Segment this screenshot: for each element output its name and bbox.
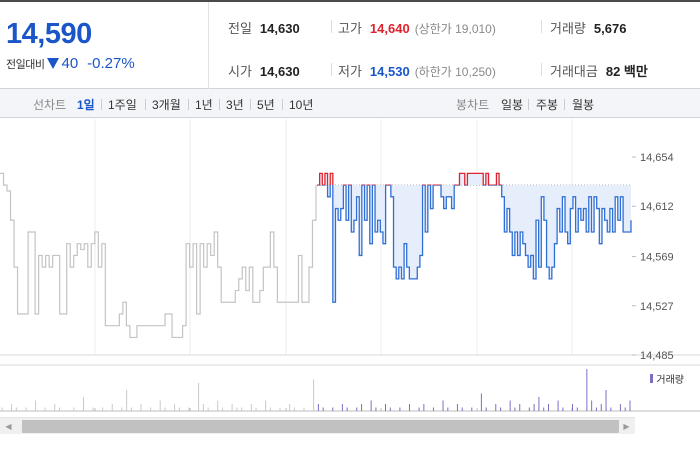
- period-1year[interactable]: 1년: [195, 96, 213, 113]
- change-value: 40: [61, 55, 79, 72]
- open-price: 시가 14,630: [228, 61, 300, 80]
- period-1day[interactable]: 1일: [77, 96, 95, 113]
- quote-summary: 14,590 전일대비 40 -0.27% 전일 14,630 고가 14,64…: [0, 0, 700, 89]
- divider: [101, 99, 102, 110]
- divider: [331, 20, 332, 33]
- period-1week[interactable]: 1주일: [108, 96, 137, 113]
- day-high: 고가 14,640 (상한가 19,010): [338, 18, 496, 37]
- chart-scrollbar[interactable]: ◀ ▶: [0, 417, 635, 434]
- divider: [250, 99, 251, 110]
- scrollbar-thumb[interactable]: [22, 420, 619, 433]
- candle-daily[interactable]: 일봉: [501, 96, 523, 113]
- divider: [331, 63, 332, 76]
- period-10year[interactable]: 10년: [289, 96, 313, 113]
- change-label: 전일대비: [6, 58, 45, 71]
- open-label: 시가: [228, 64, 252, 79]
- open-value: 14,630: [259, 64, 300, 79]
- previous-day-line: [0, 172, 317, 339]
- prev-close: 전일 14,630: [228, 18, 300, 37]
- volume-legend-label: 거래량: [656, 375, 684, 386]
- candle-monthly[interactable]: 월봉: [572, 96, 594, 113]
- divider: [541, 63, 542, 76]
- scroll-right-arrow-icon[interactable]: ▶: [618, 418, 635, 434]
- period-3month[interactable]: 3개월: [152, 96, 181, 113]
- price-chart[interactable]: 14,654 14,612 14,569 14,527 14,485 거래량: [0, 119, 700, 417]
- volume-legend-swatch: [650, 374, 654, 383]
- period-3year[interactable]: 3년: [226, 96, 244, 113]
- divider: [541, 20, 542, 33]
- day-high-value: 14,640: [369, 21, 410, 36]
- y-tick-label: 14,654: [640, 152, 674, 164]
- y-tick-label: 14,527: [640, 301, 674, 313]
- amount-label: 거래대금: [550, 64, 598, 79]
- volume-value: 5,676: [593, 21, 627, 36]
- period-5year[interactable]: 5년: [257, 96, 275, 113]
- day-low-value: 14,530: [369, 64, 410, 79]
- change-row: 전일대비 40 -0.27%: [6, 55, 135, 72]
- down-triangle-icon: [47, 58, 60, 69]
- change-rate: -0.27%: [87, 55, 135, 72]
- candle-weekly[interactable]: 주봉: [536, 96, 558, 113]
- prev-close-label: 전일: [228, 21, 252, 36]
- divider: [282, 99, 283, 110]
- trade-amount: 거래대금 82 백만: [550, 61, 648, 80]
- volume: 거래량 5,676: [550, 18, 626, 37]
- y-tick-label: 14,485: [640, 350, 674, 362]
- day-low-label: 저가: [338, 64, 362, 79]
- y-tick-label: 14,569: [640, 252, 674, 264]
- y-tick-label: 14,612: [640, 201, 674, 213]
- period-bar: 선차트 1일 1주일 3개월 1년 3년 5년 10년 봉차트 일봉 주봉 월봉: [0, 89, 700, 118]
- divider: [564, 99, 565, 110]
- price-chart-svg[interactable]: 14,654 14,612 14,569 14,527 14,485: [0, 119, 700, 417]
- volume-label: 거래량: [550, 21, 586, 36]
- candle-chart-label: 봉차트: [456, 98, 490, 112]
- divider: [528, 99, 529, 110]
- divider: [219, 99, 220, 110]
- day-high-label: 고가: [338, 21, 362, 36]
- current-price: 14,590: [6, 18, 92, 50]
- price-box: 14,590 전일대비 40 -0.27%: [0, 2, 209, 89]
- day-low: 저가 14,530 (하한가 10,250): [338, 61, 496, 80]
- divider: [188, 99, 189, 110]
- upper-limit: (상한가 19,010): [414, 22, 496, 36]
- volume-legend: 거래량: [650, 371, 684, 386]
- line-chart-label: 선차트: [33, 98, 67, 112]
- prev-close-value: 14,630: [259, 21, 300, 36]
- divider: [145, 99, 146, 110]
- amount-value: 82 백만: [605, 64, 648, 79]
- scroll-left-arrow-icon[interactable]: ◀: [0, 418, 17, 434]
- lower-limit: (하한가 10,250): [414, 65, 496, 79]
